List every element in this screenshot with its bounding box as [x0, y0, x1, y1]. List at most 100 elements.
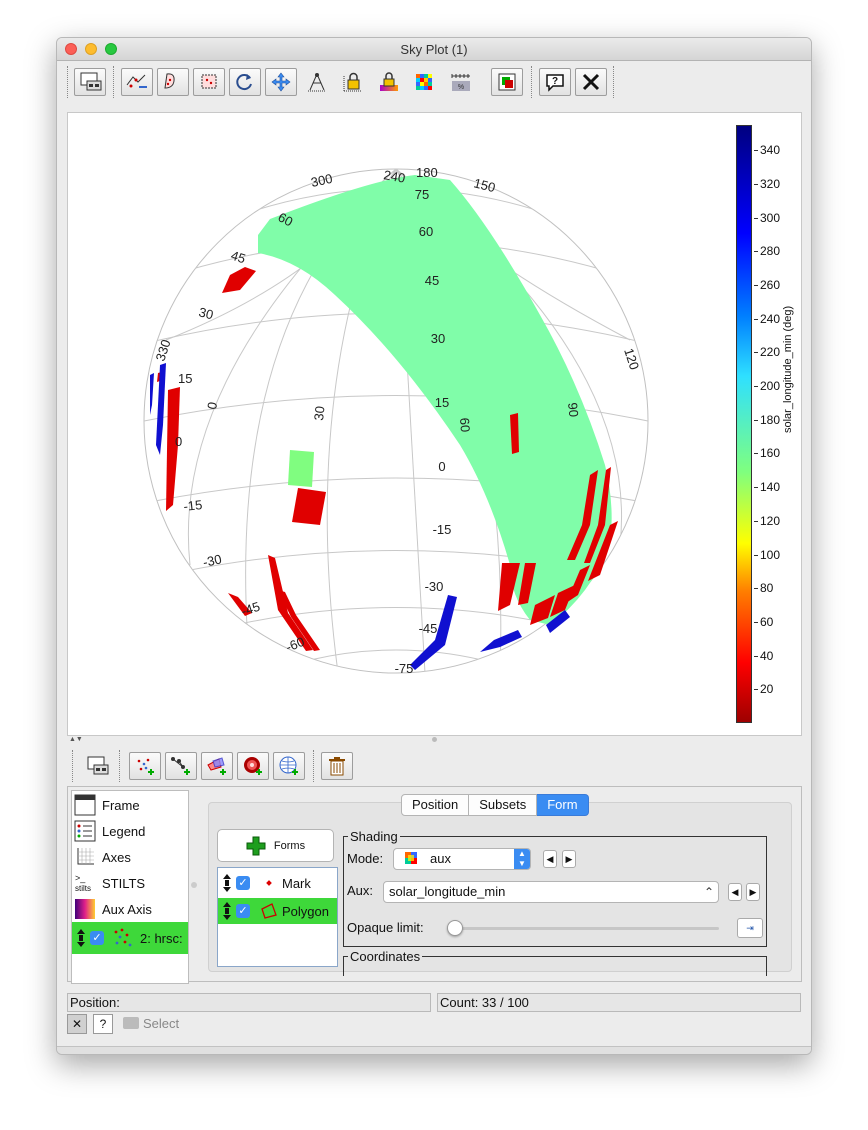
- lat-label: 45: [425, 273, 439, 288]
- toolbar-separator: [113, 66, 114, 98]
- drag-handle-icon[interactable]: [222, 874, 232, 892]
- mark-icon: [256, 879, 282, 887]
- colorbar-tick-label: 320: [760, 176, 781, 191]
- colorbar-tick-label: 240: [760, 311, 781, 326]
- add-area-plot-icon[interactable]: [201, 752, 233, 780]
- export-icon[interactable]: [491, 68, 523, 96]
- add-position-plot-icon[interactable]: [129, 752, 161, 780]
- colorbar-tick: [754, 386, 758, 388]
- control-item-legend[interactable]: Legend: [72, 818, 188, 844]
- sky-plot-svg: 300 240 180 150 120 90 60 30 0 330 60 45…: [143, 165, 649, 676]
- drag-handle-icon[interactable]: [222, 902, 232, 920]
- zoom-y-icon[interactable]: [157, 68, 189, 96]
- colorbar-tick-label: 300: [760, 210, 781, 225]
- control-item-axes[interactable]: Axes: [72, 844, 188, 870]
- hpx-grid-icon[interactable]: [409, 68, 441, 96]
- aux-select[interactable]: solar_longitude_min ⌃: [383, 881, 719, 903]
- aux-next-button[interactable]: ▶: [746, 883, 760, 901]
- colorbar-tick-label: 80: [760, 581, 774, 596]
- resize-icon[interactable]: [229, 68, 261, 96]
- plus-icon: [246, 836, 266, 855]
- help-button[interactable]: ?: [93, 1014, 113, 1034]
- colorbar-tick-label: 280: [760, 244, 781, 259]
- colorbar-tick-label: 260: [760, 278, 781, 293]
- control-list: Frame Legend Axes >_ stilts STILTS Aux Ax…: [71, 790, 189, 984]
- main-toolbar: % ?: [57, 62, 811, 102]
- frame-small-icon[interactable]: [81, 752, 113, 780]
- aux-lock-icon[interactable]: [337, 68, 369, 96]
- tab-form[interactable]: Form: [537, 794, 589, 816]
- form-item-checkbox[interactable]: ✓: [236, 904, 250, 918]
- minimize-window-button[interactable]: [85, 43, 97, 55]
- control-item-layer[interactable]: ✓ 2: hrsc:: [72, 922, 188, 954]
- close-window-button[interactable]: [65, 43, 77, 55]
- control-item-label: Legend: [102, 823, 146, 839]
- form-item-label: Mark: [282, 875, 311, 891]
- aux-scale-icon[interactable]: %: [445, 68, 477, 96]
- clear-selection-button[interactable]: ✕: [67, 1014, 87, 1034]
- control-item-label: Axes: [102, 849, 131, 865]
- close-icon[interactable]: [575, 68, 607, 96]
- axis-lock-icon[interactable]: [301, 68, 333, 96]
- lat-label: 75: [415, 187, 429, 202]
- aux-prev-button[interactable]: ◀: [728, 883, 742, 901]
- opaque-limit-label: Opaque limit:: [347, 920, 424, 935]
- position-status: Position:: [67, 993, 431, 1012]
- mode-prev-button[interactable]: ◀: [543, 850, 557, 868]
- split-pane-divider[interactable]: ▲▼: [67, 736, 802, 744]
- sky-plot-area[interactable]: 300 240 180 150 120 90 60 30 0 330 60 45…: [70, 125, 726, 725]
- colorbar-tick-label: 220: [760, 345, 781, 360]
- svg-text:>_: >_: [75, 873, 86, 883]
- colorbar-tick: [754, 621, 758, 623]
- delete-layer-icon[interactable]: [321, 752, 353, 780]
- colorbar-tick: [754, 554, 758, 556]
- opaque-limit-slider-track[interactable]: [455, 927, 719, 930]
- help-icon[interactable]: ?: [539, 68, 571, 96]
- splitter-arrows[interactable]: ▲▼: [69, 736, 83, 743]
- form-item-checkbox[interactable]: ✓: [236, 876, 250, 890]
- form-item-polygon[interactable]: ✓ Polygon: [218, 898, 337, 924]
- frame-icon[interactable]: [74, 68, 106, 96]
- colorbar-tick: [754, 318, 758, 320]
- mode-next-button[interactable]: ▶: [562, 850, 576, 868]
- colorbar-tick-label: 180: [760, 412, 781, 427]
- maximize-window-button[interactable]: [105, 43, 117, 55]
- control-item-label: Aux Axis: [102, 901, 152, 917]
- control-item-label: 2: hrsc:: [140, 930, 183, 946]
- select-label[interactable]: Select: [143, 1016, 179, 1031]
- layer-visible-checkbox[interactable]: ✓: [90, 931, 104, 945]
- control-item-frame[interactable]: Frame: [72, 792, 188, 818]
- zoom-box-icon[interactable]: [193, 68, 225, 96]
- aux-lock-color-icon[interactable]: [373, 68, 405, 96]
- colorbar-tick: [754, 419, 758, 421]
- colorbar-tick: [754, 251, 758, 253]
- control-list-scroll-knob[interactable]: [191, 882, 197, 888]
- window-bottom-edge: [57, 1046, 811, 1054]
- dash-icon[interactable]: ⇥: [737, 918, 763, 938]
- add-form-button[interactable]: Forms: [217, 829, 334, 862]
- drag-handle-icon[interactable]: [76, 929, 86, 947]
- add-density-plot-icon[interactable]: [237, 752, 269, 780]
- mode-select[interactable]: aux ▲ ▼: [393, 848, 531, 870]
- polygon-icon: [256, 903, 282, 919]
- aux-colorbar: [736, 125, 752, 723]
- add-pair-plot-icon[interactable]: [165, 752, 197, 780]
- tab-position[interactable]: Position: [401, 794, 470, 816]
- opaque-limit-slider-knob[interactable]: [447, 920, 463, 936]
- lat-label: 15: [435, 395, 449, 410]
- tab-subsets[interactable]: Subsets: [469, 794, 538, 816]
- form-item-mark[interactable]: ✓ Mark: [218, 870, 337, 896]
- add-sky-grid-icon[interactable]: [273, 752, 305, 780]
- axes-icon: [73, 845, 97, 869]
- navigate-icon[interactable]: [265, 68, 297, 96]
- aux-select-chevron-icon: ⌃: [703, 885, 714, 899]
- svg-text:%: %: [458, 84, 464, 91]
- shading-title: Shading: [348, 829, 400, 844]
- control-item-aux-axis[interactable]: Aux Axis: [72, 896, 188, 922]
- count-status-label: Count: 33 / 100: [440, 995, 529, 1010]
- control-item-stilts[interactable]: >_ stilts STILTS: [72, 870, 188, 896]
- lat-label: 60: [419, 224, 433, 239]
- splitter-handle[interactable]: [432, 737, 437, 742]
- zoom-x-icon[interactable]: [121, 68, 153, 96]
- coordinates-title: Coordinates: [348, 949, 423, 964]
